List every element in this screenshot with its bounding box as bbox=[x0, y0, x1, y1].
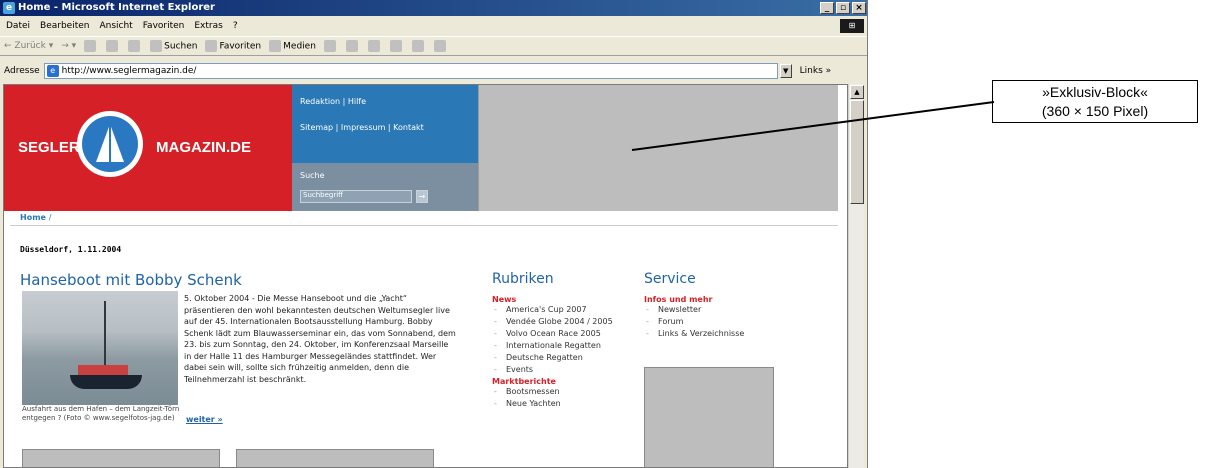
search-label: Suche bbox=[300, 171, 325, 180]
menu-help[interactable]: ? bbox=[233, 18, 238, 34]
minimize-button[interactable]: _ bbox=[820, 2, 834, 14]
search-panel: Suche Suchbegriff → bbox=[292, 163, 478, 211]
callout-line-2: (360 × 150 Pixel) bbox=[1041, 103, 1149, 119]
service-column: Service Infos und mehr - Newsletter - Foru… bbox=[644, 271, 794, 341]
menu-extras[interactable]: Extras bbox=[194, 18, 222, 34]
breadcrumb-home[interactable]: Home bbox=[20, 213, 46, 222]
list-item[interactable]: - Links & Verzeichnisse bbox=[644, 329, 794, 339]
list-item[interactable]: - Newsletter bbox=[644, 305, 794, 315]
ad-placeholder-bottom-1 bbox=[22, 449, 220, 467]
nav-link-redaktion-hilfe[interactable]: Redaktion | Hilfe bbox=[300, 97, 366, 106]
date-line: Düsseldorf, 1.11.2004 bbox=[20, 245, 122, 254]
infos-heading[interactable]: Infos und mehr bbox=[644, 295, 794, 304]
news-list: - America's Cup 2007 - Vendée Globe 2004 /… bbox=[492, 305, 632, 375]
links-button[interactable]: Links » bbox=[800, 66, 832, 76]
search-input[interactable]: Suchbegriff bbox=[300, 190, 412, 203]
menu-bar: Datei Bearbeiten Ansicht Favoriten Extra… bbox=[0, 18, 867, 34]
ie-icon: e bbox=[3, 2, 15, 14]
list-item[interactable]: - Vendée Globe 2004 / 2005 bbox=[492, 317, 632, 327]
site-nav: Redaktion | Hilfe Sitemap | Impressum | … bbox=[292, 85, 478, 163]
ad-placeholder-right bbox=[644, 367, 774, 467]
rubriken-title: Rubriken bbox=[492, 271, 554, 287]
article-body: 5. Oktober 2004 - Die Messe Hanseboot un… bbox=[184, 294, 456, 384]
toolbar: ← Zurück ▾ → ▾ Suchen Favoriten Medien bbox=[0, 36, 867, 56]
divider bbox=[10, 225, 838, 226]
list-item[interactable]: - Neue Yachten bbox=[492, 399, 632, 409]
refresh-icon[interactable] bbox=[106, 40, 119, 52]
menu-bearbeiten[interactable]: Bearbeiten bbox=[40, 18, 89, 34]
scroll-thumb[interactable] bbox=[850, 100, 864, 204]
page-icon: e bbox=[46, 65, 59, 77]
print-icon[interactable] bbox=[367, 40, 380, 52]
breadcrumb: Home / bbox=[20, 213, 51, 222]
address-dropdown-button[interactable]: ▼ bbox=[779, 64, 792, 78]
stop-icon[interactable] bbox=[84, 40, 97, 52]
back-button[interactable]: ← Zurück ▾ bbox=[4, 41, 53, 51]
favorites-button[interactable]: Favoriten bbox=[205, 40, 261, 52]
windows-logo-icon: ⊞ bbox=[840, 19, 864, 33]
nav-link-sitemap-impressum-kontakt[interactable]: Sitemap | Impressum | Kontakt bbox=[300, 123, 424, 132]
list-item[interactable]: - Forum bbox=[644, 317, 794, 327]
media-icon bbox=[269, 40, 282, 52]
news-heading[interactable]: News bbox=[492, 295, 632, 304]
menu-ansicht[interactable]: Ansicht bbox=[99, 18, 132, 34]
page-viewport: SEGLER MAGAZIN.DE Redaktion | Hilfe Site… bbox=[3, 84, 848, 468]
window-controls: _ ▫ × bbox=[820, 2, 866, 14]
service-list: - Newsletter - Forum - Links & Verzeichniss… bbox=[644, 305, 794, 339]
search-go-button[interactable]: → bbox=[416, 190, 428, 203]
maximize-button[interactable]: ▫ bbox=[836, 2, 850, 14]
menu-favoriten[interactable]: Favoriten bbox=[143, 18, 185, 34]
logo-text-magazin: MAGAZIN.DE bbox=[156, 139, 251, 156]
mail-icon[interactable] bbox=[345, 40, 358, 52]
marktberichte-heading[interactable]: Marktberichte bbox=[492, 377, 632, 386]
address-input[interactable]: e http://www.seglermagazin.de/ bbox=[43, 63, 778, 79]
address-bar: Adresse e http://www.seglermagazin.de/ ▼… bbox=[0, 60, 867, 82]
address-url: http://www.seglermagazin.de/ bbox=[61, 66, 197, 76]
menu-datei[interactable]: Datei bbox=[6, 18, 30, 34]
photo-caption: Ausfahrt aus dem Hafen – dem Langzeit-Tö… bbox=[22, 405, 180, 422]
article-photo bbox=[22, 291, 178, 405]
home-icon[interactable] bbox=[128, 40, 141, 52]
messenger-icon[interactable] bbox=[433, 40, 446, 52]
edit-icon[interactable] bbox=[389, 40, 402, 52]
address-label: Adresse bbox=[4, 66, 40, 76]
exklusiv-callout: »Exklusiv-Block« (360 × 150 Pixel) bbox=[992, 80, 1198, 123]
list-item[interactable]: - Internationale Regatten bbox=[492, 341, 632, 351]
vertical-scrollbar[interactable]: ▲ bbox=[848, 84, 864, 468]
media-button[interactable]: Medien bbox=[269, 40, 316, 52]
list-item[interactable]: - Events bbox=[492, 365, 632, 375]
site-header-logo[interactable]: SEGLER MAGAZIN.DE bbox=[4, 85, 292, 211]
service-title: Service bbox=[644, 271, 696, 287]
article-title[interactable]: Hanseboot mit Bobby Schenk bbox=[20, 271, 242, 289]
breadcrumb-separator: / bbox=[48, 213, 52, 222]
sail-logo-icon bbox=[77, 111, 143, 177]
discuss-icon[interactable] bbox=[411, 40, 424, 52]
list-item[interactable]: - America's Cup 2007 bbox=[492, 305, 632, 315]
search-icon bbox=[150, 40, 163, 52]
callout-line-1: »Exklusiv-Block« bbox=[1042, 84, 1148, 100]
favorites-icon bbox=[205, 40, 218, 52]
markt-list: - Bootsmessen - Neue Yachten bbox=[492, 387, 632, 409]
read-more-link[interactable]: weiter » bbox=[186, 415, 223, 424]
list-item[interactable]: - Deutsche Regatten bbox=[492, 353, 632, 363]
browser-window: e Home - Microsoft Internet Explorer _ ▫… bbox=[0, 0, 868, 468]
rubriken-column: Rubriken News - America's Cup 2007 - Vendé… bbox=[492, 271, 632, 411]
scroll-up-icon[interactable]: ▲ bbox=[850, 85, 864, 99]
close-button[interactable]: × bbox=[852, 2, 866, 14]
forward-button[interactable]: → ▾ bbox=[61, 41, 76, 51]
list-item[interactable]: - Volvo Ocean Race 2005 bbox=[492, 329, 632, 339]
ad-placeholder-bottom-2 bbox=[236, 449, 434, 467]
exklusiv-block bbox=[478, 85, 838, 211]
search-button[interactable]: Suchen bbox=[150, 40, 197, 52]
history-icon[interactable] bbox=[323, 40, 336, 52]
list-item[interactable]: - Bootsmessen bbox=[492, 387, 632, 397]
title-bar: e Home - Microsoft Internet Explorer _ ▫… bbox=[0, 0, 867, 16]
window-title: Home - Microsoft Internet Explorer bbox=[18, 2, 215, 13]
logo-text-segler: SEGLER bbox=[18, 139, 80, 156]
